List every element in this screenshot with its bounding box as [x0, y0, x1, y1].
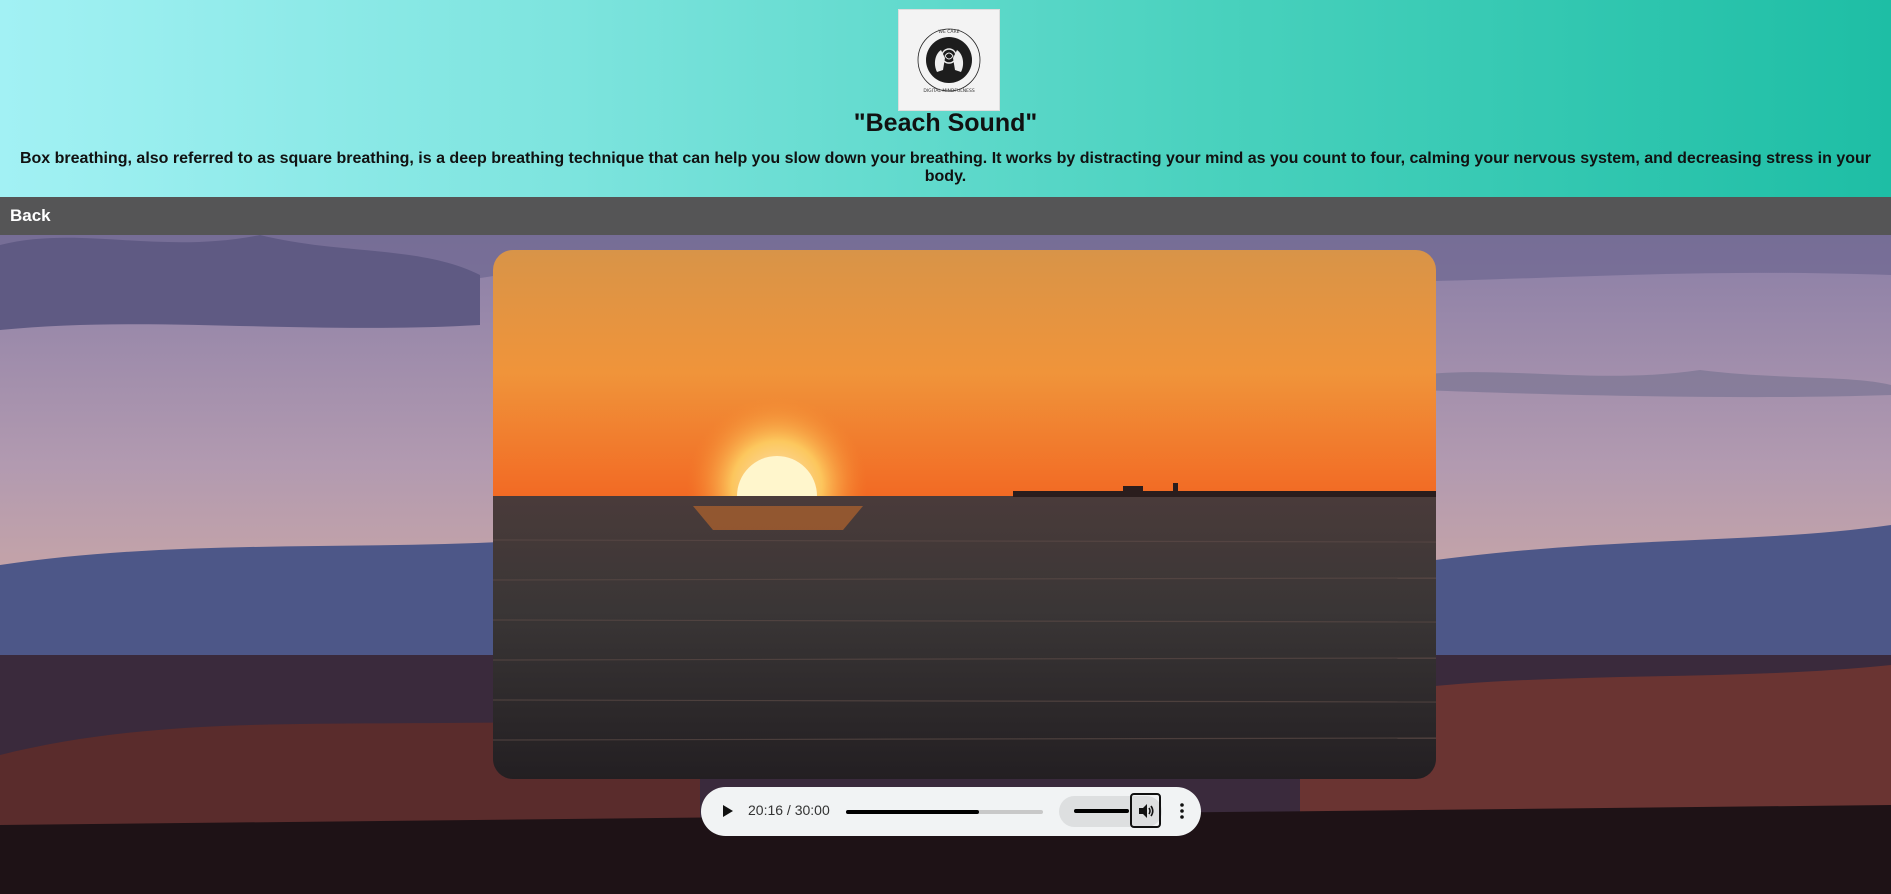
more-options-icon[interactable]: [1177, 801, 1187, 821]
page-header: WE CARE DIGITAL MINDFULNESS "Beach Sound…: [0, 0, 1891, 197]
video-player[interactable]: [493, 250, 1436, 779]
volume-level: [1074, 809, 1129, 813]
audio-player: 20:16 / 30:00: [701, 787, 1201, 836]
time-display: 20:16 / 30:00: [748, 802, 830, 818]
play-icon[interactable]: [717, 801, 737, 821]
page-title: "Beach Sound": [853, 109, 1038, 137]
seek-bar[interactable]: [846, 810, 1043, 814]
logo: WE CARE DIGITAL MINDFULNESS: [898, 9, 1000, 111]
seek-bar-progress: [846, 810, 980, 814]
svg-text:DIGITAL MINDFULNESS: DIGITAL MINDFULNESS: [923, 88, 975, 94]
back-link[interactable]: Back: [10, 206, 51, 226]
volume-slider[interactable]: [1074, 809, 1129, 813]
navbar: Back: [0, 197, 1891, 235]
svg-text:WE CARE: WE CARE: [939, 29, 960, 35]
page-description: Box breathing, also referred to as squar…: [19, 150, 1872, 185]
volume-icon[interactable]: [1130, 793, 1161, 828]
